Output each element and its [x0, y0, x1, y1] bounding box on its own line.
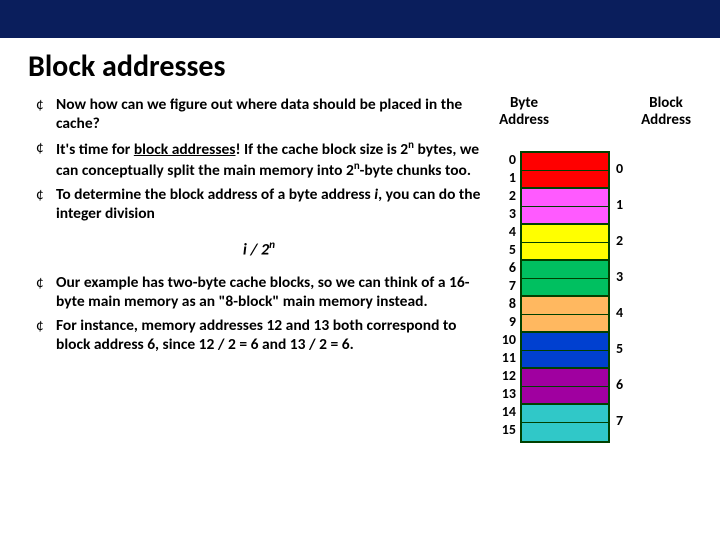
block-num: 0 [616, 160, 638, 196]
bullet-4: Our example has two-byte cache blocks, s… [36, 273, 482, 312]
mem-cell [522, 369, 608, 387]
mem-cell [522, 153, 608, 171]
block-num: 6 [616, 376, 638, 412]
byte-num: 6 [492, 259, 516, 277]
byte-num: 2 [492, 187, 516, 205]
bullet-2: It's time for block addresses! If the ca… [36, 138, 482, 181]
t: . [350, 335, 354, 354]
byte-numbers: 0 1 2 3 4 5 6 7 8 9 10 11 12 13 14 15 [492, 151, 520, 439]
byte-num: 5 [492, 241, 516, 259]
formula-div: / 2 [247, 240, 269, 259]
byte-num: 15 [492, 421, 516, 439]
t: For instance, memory addresses [56, 316, 266, 335]
t: Address [499, 111, 549, 129]
bullet-1: Now how can we figure out where data sho… [36, 95, 482, 134]
t: Address [641, 111, 691, 129]
diagram-column: Byte Address Block Address 0 1 2 3 4 5 6… [492, 95, 698, 448]
block-num: 5 [616, 340, 638, 376]
mem-cell [522, 261, 608, 279]
mem-cell [522, 171, 608, 189]
byte-num: 8 [492, 295, 516, 313]
byte-num: 0 [492, 151, 516, 169]
block-num: 1 [616, 196, 638, 232]
block-address-label: Block Address [634, 95, 698, 128]
t: and [282, 316, 313, 335]
bullet-5: For instance, memory addresses 12 and 13… [36, 316, 482, 355]
t: 13 [313, 316, 329, 335]
block-numbers: 0 1 2 3 4 5 6 7 [610, 151, 638, 448]
byte-num: 14 [492, 403, 516, 421]
bullet-list-2: Our example has two-byte cache blocks, s… [36, 273, 482, 355]
t: It's time for [56, 140, 134, 159]
block-num: 4 [616, 304, 638, 340]
content: Now how can we figure out where data sho… [0, 95, 720, 448]
t: Our example has two-byte cache blocks, s… [56, 273, 469, 311]
page-title: Block addresses [0, 38, 720, 95]
byte-num: 9 [492, 313, 516, 331]
mem-cell [522, 225, 608, 243]
t: ! If the cache block size is 2 [236, 140, 409, 159]
mem-cell [522, 279, 608, 297]
t: Byte [510, 94, 538, 112]
memory-cells [520, 151, 610, 443]
byte-num: 10 [492, 331, 516, 349]
mem-cell [522, 207, 608, 225]
t: and [258, 335, 289, 354]
diagram-labels: Byte Address Block Address [492, 95, 698, 128]
t: block addresses [134, 140, 236, 159]
byte-num: 4 [492, 223, 516, 241]
byte-num: 3 [492, 205, 516, 223]
mem-cell [522, 351, 608, 369]
block-num: 7 [616, 412, 638, 448]
t: Block [649, 94, 683, 112]
mem-cell [522, 387, 608, 405]
mem-cell [522, 315, 608, 333]
byte-num: 13 [492, 385, 516, 403]
bullet-3: To determine the block address of a byte… [36, 185, 482, 224]
formula: i / 2n [36, 238, 482, 259]
block-num: 3 [616, 268, 638, 304]
byte-num: 12 [492, 367, 516, 385]
mem-cell [522, 423, 608, 441]
mem-cell [522, 297, 608, 315]
byte-num: 7 [492, 277, 516, 295]
header-bar [0, 0, 720, 38]
t: , since [155, 335, 199, 354]
byte-num: 11 [492, 349, 516, 367]
t: 12 [266, 316, 282, 335]
bullet-list: Now how can we figure out where data sho… [36, 95, 482, 224]
byte-address-label: Byte Address [492, 95, 556, 128]
t: -byte chunks too. [360, 161, 471, 180]
text-column: Now how can we figure out where data sho… [36, 95, 492, 448]
mem-cell [522, 243, 608, 261]
mem-cell [522, 333, 608, 351]
mem-cell [522, 189, 608, 207]
t: 6 [147, 335, 155, 354]
t: To determine the block address of a byte… [56, 185, 374, 204]
t: 12 / 2 = 6 [199, 335, 259, 354]
formula-n: n [269, 238, 275, 252]
memory-diagram: 0 1 2 3 4 5 6 7 8 9 10 11 12 13 14 15 [492, 151, 698, 448]
block-num: 2 [616, 232, 638, 268]
byte-num: 1 [492, 169, 516, 187]
bullet-1-text: Now how can we figure out where data sho… [56, 95, 462, 133]
mem-cell [522, 405, 608, 423]
t: 13 / 2 = 6 [290, 335, 350, 354]
